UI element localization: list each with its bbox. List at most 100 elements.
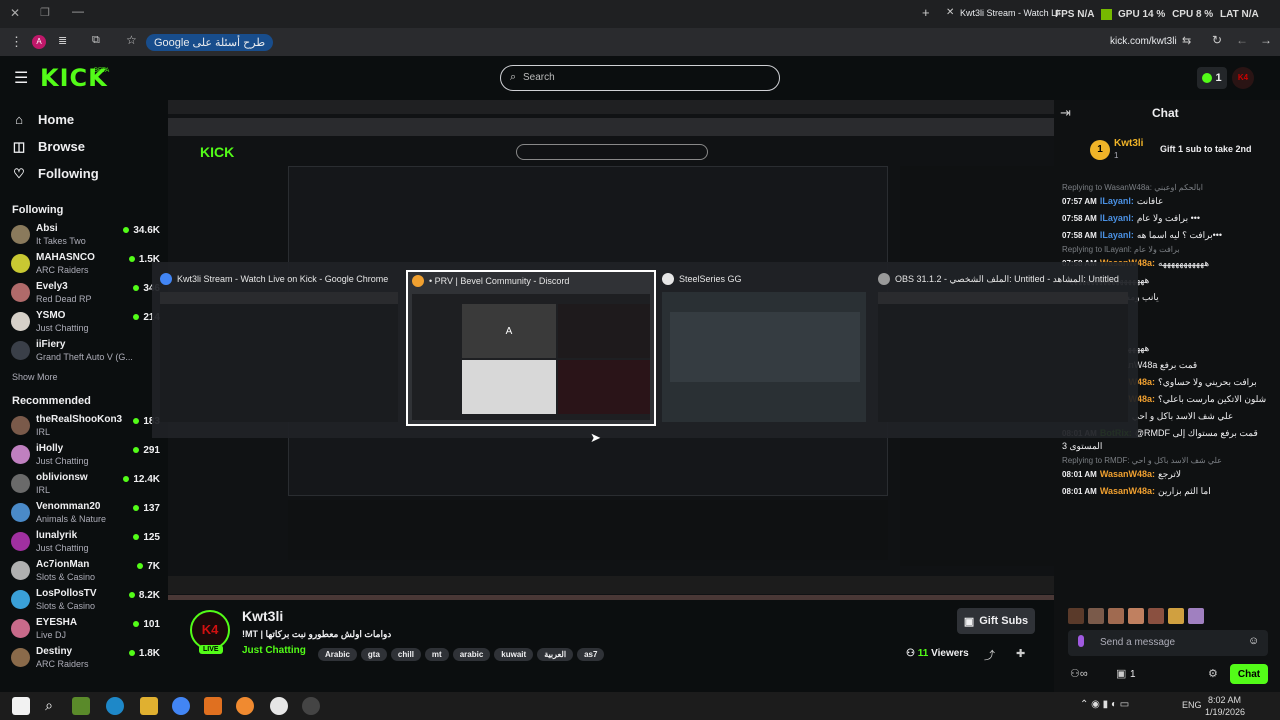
channel-item[interactable]: Ac7ionMan Slots & Casino 7K [0, 557, 168, 586]
tray-icons[interactable]: ⌃ ◉ ▮ ◐ ▭ [1080, 699, 1129, 710]
emote-icon[interactable] [1168, 608, 1184, 624]
captured-kick-logo: KICK [200, 144, 235, 160]
switcher-window[interactable]: • PRV | Bevel Community - Discord A [406, 270, 656, 426]
back-icon[interactable]: ← [1236, 33, 1248, 47]
url-text[interactable]: kick.com/kwt3li [1110, 36, 1177, 47]
kicks-icon[interactable]: ▣ [1116, 667, 1126, 680]
message-username[interactable]: lLayanl: [1100, 213, 1134, 223]
channel-viewers: 7K [137, 561, 160, 572]
google-search-chip[interactable]: Google طرح أسئلة على [146, 34, 274, 51]
channel-item[interactable]: Absi It Takes Two 34.6K [0, 221, 168, 250]
clock-date[interactable]: 1/19/2026 [1205, 707, 1245, 717]
windows-start-icon[interactable] [12, 697, 30, 715]
switcher-window-thumbnail [878, 292, 1128, 422]
follow-user-icon[interactable]: ✚ [1016, 647, 1025, 660]
stream-tag[interactable]: Arabic [318, 648, 357, 661]
channel-viewers: 125 [133, 532, 160, 543]
show-more-link[interactable]: Show More [0, 366, 168, 390]
tune-icon[interactable]: ≣ [58, 34, 67, 47]
emote-icon[interactable] [1188, 608, 1204, 624]
channel-item[interactable]: Evely3Red Dead RP346 [0, 279, 168, 308]
emote-icon[interactable] [1068, 608, 1084, 624]
stream-tag[interactable]: arabic [452, 648, 491, 661]
language-indicator[interactable]: ENG [1182, 700, 1202, 710]
stream-tag[interactable]: gta [360, 648, 387, 661]
message-username[interactable]: WasanW48a: [1100, 486, 1155, 496]
nav-home[interactable]: ⌂ Home [0, 106, 168, 133]
edge-icon[interactable] [106, 697, 124, 715]
nav-following[interactable]: ♡ Following [0, 160, 168, 187]
nav-browse[interactable]: ◫ Browse [0, 133, 168, 160]
bookmark-star-icon[interactable]: ☆ [126, 33, 137, 47]
channel-item[interactable]: Destiny ARC Raiders 1.8K [0, 644, 168, 673]
channel-item[interactable]: LosPollosTV Slots & Casino 8.2K [0, 586, 168, 615]
emote-icon[interactable] [1108, 608, 1124, 624]
stream-tag[interactable]: العربية [537, 648, 574, 661]
steelseries-taskbar-icon[interactable] [270, 697, 288, 715]
switcher-window[interactable]: OBS 31.1.2 - الملف الشخصي: Untitled - ال… [874, 270, 1132, 426]
channel-item[interactable]: iiFiery Grand Theft Auto V (G... [0, 337, 168, 366]
emote-icon[interactable] [1128, 608, 1144, 624]
channel-item[interactable]: YSMOJust Chatting214 [0, 308, 168, 337]
message-username[interactable]: WasanW48a: [1100, 469, 1155, 479]
channel-item[interactable]: Venomman20 Animals & Nature 137 [0, 499, 168, 528]
restore-window-icon[interactable]: ❐ [40, 6, 50, 19]
category-link[interactable]: Just Chatting [242, 645, 306, 656]
channel-item[interactable]: MAHASNCO ARC Raiders 1.5K [0, 250, 168, 279]
new-tab-icon[interactable]: + [922, 5, 930, 20]
nav-label: Following [38, 166, 99, 181]
emoji-icon[interactable]: ☺ [1248, 635, 1259, 647]
infinite-icon[interactable]: ⚇∞ [1070, 667, 1088, 680]
streamer-name[interactable]: Kwt3li [242, 608, 283, 624]
search-icon: ⌕ [510, 71, 517, 83]
message-username[interactable]: lLayanl: [1100, 196, 1134, 206]
stream-tag[interactable]: as7 [577, 648, 605, 661]
obs-taskbar-icon[interactable] [302, 697, 320, 715]
channel-item[interactable]: EYESHA Live DJ 101 [0, 615, 168, 644]
stream-tag[interactable]: chill [390, 648, 421, 661]
message-username[interactable]: lLayanl: [1100, 230, 1134, 240]
forward-icon[interactable]: → [1260, 33, 1272, 47]
switcher-window[interactable]: Kwt3li Stream - Watch Live on Kick - Goo… [156, 270, 402, 426]
channel-item[interactable]: oblivionsw IRL 12.4K [0, 470, 168, 499]
app-icon-1[interactable] [72, 697, 90, 715]
streamer-avatar[interactable]: K4 [190, 610, 230, 650]
stream-tag[interactable]: mt [424, 648, 449, 661]
search-box[interactable]: ⌕ Search [500, 65, 780, 91]
close-window-icon[interactable]: ✕ [10, 6, 20, 20]
chrome-taskbar-icon[interactable] [172, 697, 190, 715]
chat-send-button[interactable]: Chat [1230, 664, 1268, 684]
kicks-coin-button[interactable]: 1 [1197, 67, 1227, 89]
app-icon-2[interactable] [204, 697, 222, 715]
switcher-window[interactable]: SteelSeries GG [658, 270, 870, 426]
channel-item[interactable]: theRealShooKon3IRL183 [0, 412, 168, 441]
clock-time[interactable]: 8:02 AM [1208, 695, 1241, 705]
share-icon[interactable]: ⤴ [984, 647, 995, 663]
gpu-value: 14 % [1142, 9, 1166, 21]
emote-icon[interactable] [1148, 608, 1164, 624]
hamburger-menu-icon[interactable]: ☰ [14, 68, 28, 88]
pinned-gifter: 1 Kwt3li 1 Gift 1 sub to take 2nd [1054, 130, 1280, 170]
chat-input[interactable]: Send a message ☺ [1068, 630, 1268, 656]
mic-icon[interactable] [1078, 635, 1084, 647]
channel-item[interactable]: lunalyrik Just Chatting 125 [0, 528, 168, 557]
reload-icon[interactable]: ↻ [1212, 33, 1222, 47]
close-tab-icon[interactable]: ✕ [946, 7, 954, 18]
emote-icon[interactable] [1088, 608, 1104, 624]
chat-settings-icon[interactable]: ⚙ [1208, 667, 1218, 680]
stream-tag[interactable]: kuwait [494, 648, 534, 661]
tab-title[interactable]: Kwt3li Stream - Watch Live on Kick [960, 8, 1060, 18]
site-settings-icon[interactable]: ⇆ [1182, 34, 1191, 47]
minimize-window-icon[interactable]: — [72, 4, 84, 18]
channel-item[interactable]: iHolly Just Chatting 291 [0, 441, 168, 470]
menu-dots-icon[interactable]: ⋮ [10, 34, 23, 50]
file-explorer-icon[interactable] [140, 697, 158, 715]
gift-subs-button[interactable]: ▣ Gift Subs [957, 608, 1035, 634]
profile-avatar[interactable]: A [32, 35, 46, 49]
app-icon-3[interactable] [236, 697, 254, 715]
user-avatar[interactable]: K4 [1232, 67, 1254, 89]
collapse-chat-icon[interactable]: ⇥ [1060, 105, 1071, 121]
extensions-icon[interactable]: ⧉ [92, 34, 100, 47]
search-taskbar-icon[interactable]: ⌕ [40, 697, 58, 715]
steelseries-icon [662, 273, 674, 285]
